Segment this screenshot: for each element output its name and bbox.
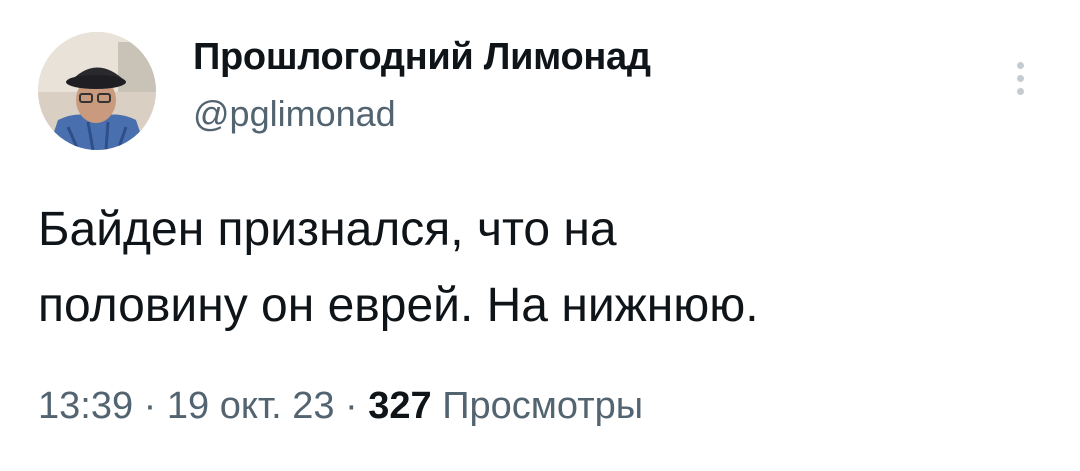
tweet-time[interactable]: 13:39 — [38, 385, 133, 427]
views-label: Просмотры — [442, 385, 644, 427]
avatar-photo — [38, 32, 156, 150]
author-handle[interactable]: @pglimonad — [193, 93, 396, 135]
tweet-text-line: Байден признался, что на — [38, 203, 617, 256]
tweet-text-line: половину он еврей. На нижнюю. — [38, 279, 759, 332]
tweet-date[interactable]: 19 окт. 23 — [167, 385, 335, 427]
more-options-button[interactable] — [1006, 54, 1034, 104]
meta-separator: · — [334, 385, 369, 427]
views-count: 327 — [368, 385, 432, 427]
author-display-name[interactable]: Прошлогодний Лимонад — [193, 36, 651, 79]
tweet-card: Прошлогодний Лимонад @pglimonad Байден п… — [0, 0, 1080, 471]
tweet-text: Байден признался, что на половину он евр… — [38, 192, 1028, 344]
avatar[interactable] — [38, 32, 156, 150]
tweet-meta: 13:39 · 19 окт. 23 · 327 Просмотры — [38, 385, 643, 428]
meta-separator: · — [133, 385, 167, 427]
